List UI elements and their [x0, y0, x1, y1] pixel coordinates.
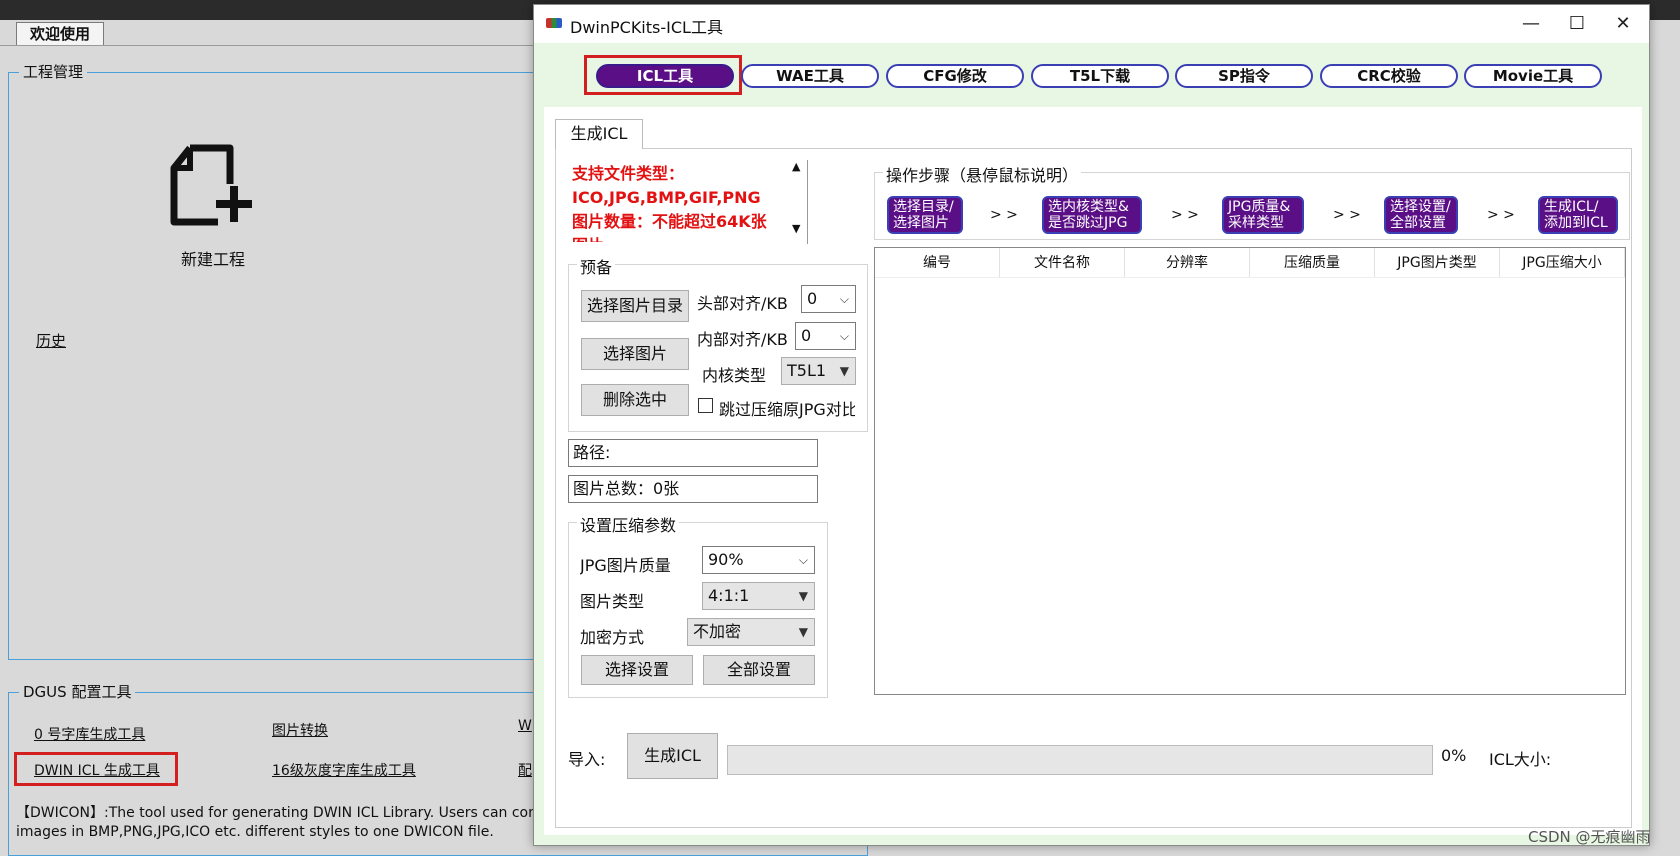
header-align-select[interactable]: 0 ⌵ [801, 285, 856, 313]
jpg-quality-select[interactable]: 90% ⌵ [702, 546, 815, 574]
config-tool-link[interactable]: 配 [518, 760, 532, 780]
operation-steps-title: 操作步骤（悬停鼠标说明） [883, 162, 1082, 186]
encrypt-label: 加密方式 [580, 628, 645, 647]
generate-progress-bar [727, 745, 1433, 775]
step-arrow: > > [1487, 207, 1515, 223]
maximize-button[interactable]: ☐ [1557, 11, 1597, 37]
column-header-number[interactable]: 编号 [875, 248, 1000, 277]
tab-movie-tool[interactable]: Movie工具 [1464, 64, 1602, 88]
step-generate-icl[interactable]: 生成ICL/添加到ICL [1538, 196, 1618, 234]
new-project-label: 新建工程 [180, 250, 245, 269]
progress-percent: 0% [1441, 746, 1467, 765]
icl-tab-highlight [584, 55, 742, 95]
step-select-images[interactable]: 选择目录/选择图片 [887, 196, 963, 234]
csdn-watermark: CSDN @无痕幽雨 [1528, 828, 1651, 846]
new-project-button[interactable] [168, 140, 258, 234]
new-file-icon [170, 144, 252, 226]
select-image-dir-button[interactable]: 选择图片目录 [581, 290, 689, 322]
close-button[interactable]: ✕ [1603, 11, 1643, 37]
import-label: 导入: [568, 750, 606, 769]
app-logo-icon [546, 18, 562, 28]
table-header: 编号 文件名称 分辨率 压缩质量 JPG图片类型 JPG压缩大小 [875, 248, 1625, 278]
image-type-label: 图片类型 [580, 592, 645, 611]
tab-wae-tool[interactable]: WAE工具 [741, 64, 879, 88]
step-jpg-quality[interactable]: JPG质量& 采样类型 [1222, 196, 1304, 234]
path-display: 路径: [568, 439, 818, 467]
image-list-table[interactable]: 编号 文件名称 分辨率 压缩质量 JPG图片类型 JPG压缩大小 [874, 247, 1626, 695]
dwicon-description: 【DWICON】:The tool used for generating DW… [16, 805, 536, 840]
scroll-up-icon[interactable]: ▲ [792, 160, 800, 173]
core-type-select[interactable]: T5L1 ▼ [781, 357, 856, 385]
dropdown-arrow-icon: ▼ [839, 364, 849, 378]
jpg-quality-label: JPG图片质量 [580, 556, 671, 575]
dropdown-arrow-icon: ▼ [798, 589, 808, 603]
compression-title: 设置压缩参数 [577, 512, 680, 536]
skip-jpg-label[interactable]: 跳过压缩原JPG对比 [719, 396, 855, 420]
tab-sp-command[interactable]: SP指令 [1175, 64, 1313, 88]
background-right-edge [1648, 20, 1680, 856]
scroll-track [807, 160, 808, 244]
inner-align-label: 内部对齐/KB [697, 330, 788, 349]
dwin-icl-highlight [14, 752, 178, 786]
support-text-scrollbar[interactable]: ▲ ▼ [788, 160, 808, 244]
inner-align-select[interactable]: 0 ⌵ [795, 322, 856, 350]
chevron-down-icon: ⌵ [839, 292, 849, 306]
select-settings-button[interactable]: 选择设置 [581, 655, 693, 685]
window-title: DwinPCKits-ICL工具 [570, 18, 723, 37]
window-title-bar[interactable]: DwinPCKits-ICL工具 — ☐ ✕ [534, 5, 1649, 43]
history-link[interactable]: 历史 [36, 330, 66, 351]
select-image-button[interactable]: 选择图片 [581, 338, 689, 370]
font0-tool-link[interactable]: 0 号字库生成工具 [34, 724, 145, 744]
core-type-label: 内核类型 [702, 366, 767, 385]
column-header-jpg-size[interactable]: JPG压缩大小 [1500, 248, 1625, 277]
delete-selected-button[interactable]: 删除选中 [581, 384, 689, 416]
step-arrow: > > [1171, 207, 1199, 223]
scroll-down-icon[interactable]: ▼ [792, 222, 800, 235]
chevron-down-icon: ⌵ [798, 553, 808, 567]
column-header-resolution[interactable]: 分辨率 [1125, 248, 1250, 277]
project-management-group: 工程管理 [8, 63, 568, 660]
tab-crc-check[interactable]: CRC校验 [1320, 64, 1458, 88]
gray16-font-link[interactable]: 16级灰度字库生成工具 [272, 760, 416, 780]
image-type-select[interactable]: 4:1:1 ▼ [702, 582, 815, 610]
column-header-quality[interactable]: 压缩质量 [1250, 248, 1375, 277]
column-header-filename[interactable]: 文件名称 [1000, 248, 1125, 277]
w-tool-link[interactable]: W [518, 718, 532, 734]
all-settings-button[interactable]: 全部设置 [703, 655, 815, 685]
tab-cfg-edit[interactable]: CFG修改 [886, 64, 1024, 88]
project-management-title: 工程管理 [19, 63, 88, 81]
step-core-type[interactable]: 选内核类型& 是否跳过JPG [1042, 196, 1142, 234]
icl-size-label: ICL大小: [1489, 750, 1552, 769]
dropdown-arrow-icon: ▼ [798, 625, 808, 639]
image-convert-link[interactable]: 图片转换 [272, 720, 328, 740]
chevron-down-icon: ⌵ [839, 329, 849, 343]
encrypt-select[interactable]: 不加密 ▼ [687, 618, 815, 646]
header-align-label: 头部对齐/KB [697, 294, 788, 313]
step-arrow: > > [1333, 207, 1361, 223]
column-header-jpg-type[interactable]: JPG图片类型 [1375, 248, 1500, 277]
generate-icl-button[interactable]: 生成ICL [627, 733, 718, 779]
tab-t5l-download[interactable]: T5L下载 [1031, 64, 1169, 88]
prep-title: 预备 [577, 254, 616, 278]
step-arrow: > > [990, 207, 1018, 223]
step-settings[interactable]: 选择设置/全部设置 [1384, 196, 1458, 234]
tab-welcome[interactable]: 欢迎使用 [16, 22, 104, 46]
minimize-button[interactable]: — [1511, 11, 1551, 37]
dgus-tools-title: DGUS 配置工具 [19, 683, 136, 701]
tab-generate-icl[interactable]: 生成ICL [555, 119, 643, 149]
skip-jpg-checkbox[interactable] [698, 398, 713, 413]
image-total-display: 图片总数：0张 [568, 475, 818, 503]
supported-types-text: 支持文件类型： ICO,JPG,BMP,GIF,PNG 图片数量：不能超过64K… [572, 164, 767, 242]
